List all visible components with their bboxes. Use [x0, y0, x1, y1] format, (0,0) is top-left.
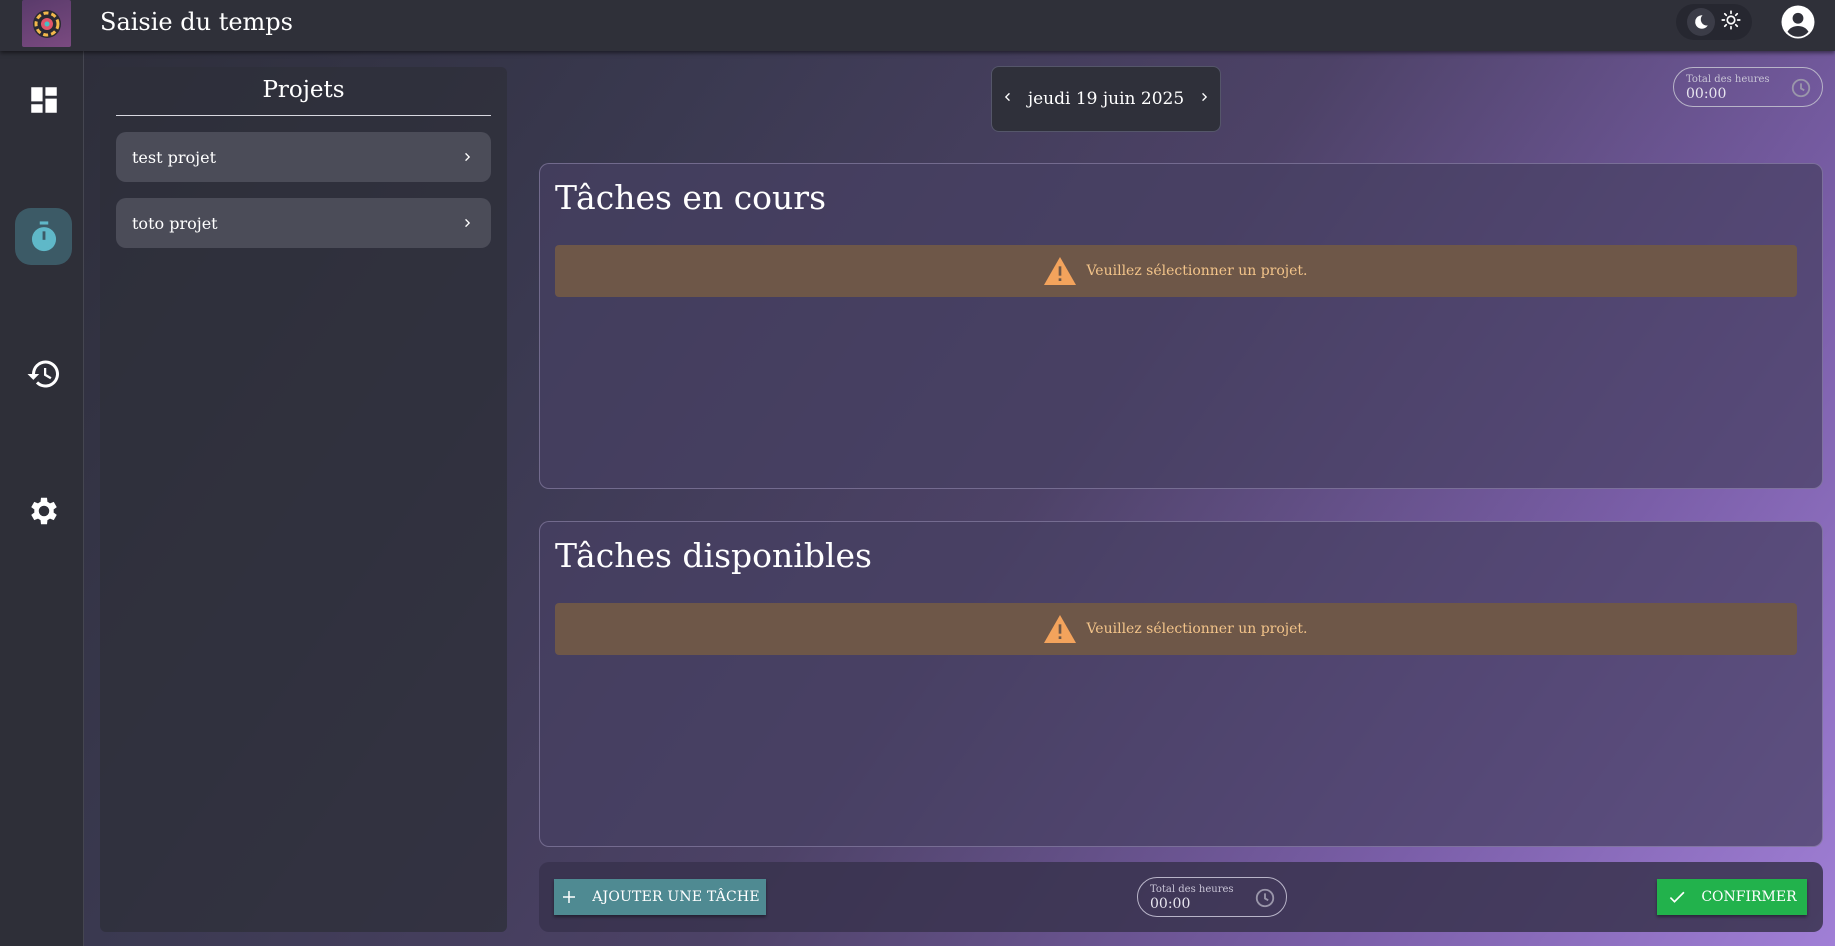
warning-text: Veuillez sélectionner un projet.	[1086, 621, 1308, 637]
sun-icon	[1721, 10, 1741, 30]
clock-icon	[1254, 887, 1276, 913]
project-label: toto projet	[132, 213, 218, 233]
nav-dashboard[interactable]	[15, 71, 72, 128]
warning-icon	[1044, 257, 1077, 285]
project-label: test projet	[132, 147, 217, 167]
clock-icon	[1790, 77, 1812, 103]
account-button[interactable]	[1778, 2, 1818, 42]
history-icon	[27, 360, 59, 387]
warning-icon	[1044, 615, 1077, 643]
next-day-button[interactable]	[1198, 89, 1212, 109]
nav-settings[interactable]	[15, 482, 72, 539]
plus-icon	[563, 891, 576, 903]
chevron-right-icon	[1202, 92, 1208, 102]
available-tasks-card: Tâches disponibles Veuillez sélectionner…	[539, 521, 1823, 847]
top-app-bar: Saisie du temps	[0, 0, 1835, 51]
add-task-button[interactable]: AJOUTER UNE TÂCHE	[554, 879, 766, 915]
nav-rail	[0, 51, 84, 946]
projects-panel: Projets test projet toto projet	[100, 67, 507, 932]
palette-logo-icon	[32, 9, 61, 38]
warning-text: Veuillez sélectionner un projet.	[1086, 263, 1308, 279]
total-hours-bottom: Total des heures 00:00	[1137, 877, 1287, 917]
select-project-warning: Veuillez sélectionner un projet.	[555, 245, 1797, 297]
projects-divider	[116, 115, 491, 116]
confirm-button[interactable]: CONFIRMER	[1657, 879, 1807, 915]
current-tasks-card: Tâches en cours Veuillez sélectionner un…	[539, 163, 1823, 489]
moon-icon	[1695, 15, 1708, 29]
dark-mode-option[interactable]	[1687, 8, 1715, 36]
total-hours-label: Total des heures	[1150, 884, 1234, 895]
app-logo[interactable]	[22, 0, 71, 47]
app-title: Saisie du temps	[100, 8, 293, 36]
check-icon	[1670, 891, 1685, 903]
total-hours-top: Total des heures 00:00	[1673, 67, 1823, 107]
nav-history[interactable]	[15, 345, 72, 402]
projects-title: Projets	[262, 77, 345, 103]
timer-icon	[31, 220, 56, 251]
total-hours-value: 00:00	[1150, 896, 1191, 912]
previous-day-button[interactable]	[1000, 89, 1014, 109]
date-navigator: jeudi 19 juin 2025	[991, 66, 1221, 132]
select-project-warning: Veuillez sélectionner un projet.	[555, 603, 1797, 655]
total-hours-label: Total des heures	[1686, 74, 1770, 85]
available-tasks-title: Tâches disponibles	[555, 536, 872, 575]
confirm-label: CONFIRMER	[1701, 889, 1797, 905]
total-hours-value: 00:00	[1686, 86, 1727, 102]
account-circle-icon	[1781, 5, 1815, 39]
chevron-right-icon	[465, 152, 471, 162]
chevron-right-icon	[465, 218, 471, 228]
dashboard-icon	[30, 86, 57, 113]
light-mode-option[interactable]	[1721, 10, 1741, 34]
gear-icon	[30, 497, 57, 524]
theme-toggle[interactable]	[1676, 4, 1752, 40]
footer-action-bar: AJOUTER UNE TÂCHE Total des heures 00:00…	[539, 862, 1823, 932]
current-date[interactable]: jeudi 19 juin 2025	[1028, 89, 1184, 109]
project-item[interactable]: test projet	[116, 132, 491, 182]
nav-time-entry[interactable]	[15, 208, 72, 265]
current-tasks-title: Tâches en cours	[555, 178, 827, 217]
chevron-left-icon	[1004, 92, 1010, 102]
add-task-label: AJOUTER UNE TÂCHE	[592, 889, 760, 905]
project-item[interactable]: toto projet	[116, 198, 491, 248]
